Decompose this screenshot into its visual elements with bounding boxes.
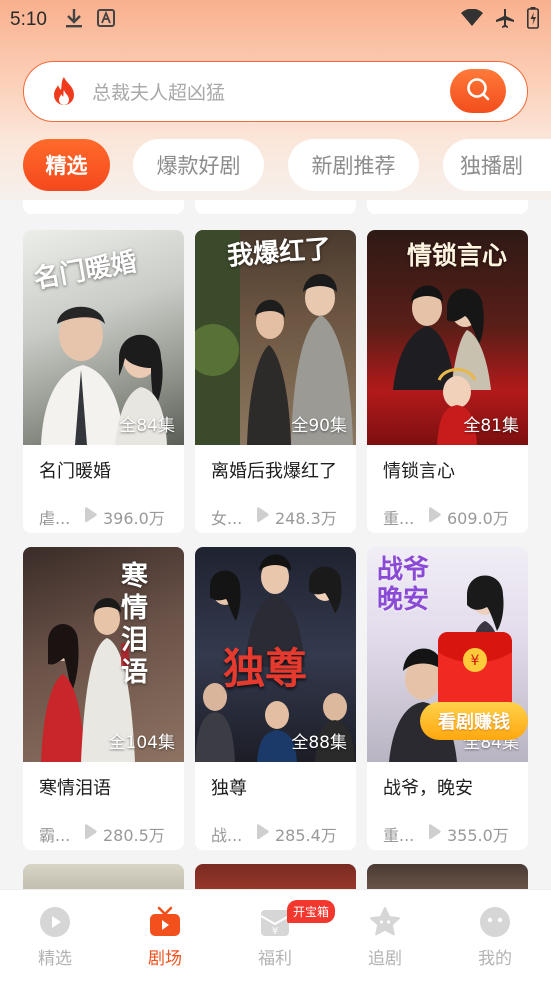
drama-card[interactable]: 独尊 全88集 独尊 战... 285.4万 [195,547,356,850]
genre-tag: 重... [383,826,415,845]
drama-poster: 独尊 全88集 [195,547,356,762]
tab-exclusive[interactable]: 独播剧 [443,139,551,191]
drama-card-partial[interactable] [195,864,356,889]
status-time: 5:10 [10,9,47,30]
nav-label: 剧场 [148,949,182,969]
genre-tag: 女... [211,509,243,528]
nav-following[interactable]: 追剧 [330,890,440,981]
wifi-icon [461,8,483,31]
tab-hot-dramas[interactable]: 爆款好剧 [133,139,264,191]
fire-icon [50,76,78,108]
episode-count: 全90集 [291,416,347,436]
drama-card[interactable]: 我爆红了 全90集 离婚后我爆红了 女... 248.3万 [195,230,356,533]
nav-label: 追剧 [368,949,402,969]
episode-count: 全104集 [108,733,175,753]
drama-card-partial[interactable] [23,200,184,214]
drama-poster: 我爆红了 全90集 [195,230,356,445]
nav-label: 福利 [258,949,292,969]
tab-featured[interactable]: 精选 [23,139,110,191]
download-icon [65,8,83,32]
nav-label: 我的 [478,949,512,969]
status-bar: 5:10 [0,0,551,40]
poster-title: 情锁言心 [407,241,508,270]
drama-card-partial[interactable] [367,200,528,214]
tv-icon [148,906,182,938]
drama-meta: 重... 355.0万 [367,806,528,850]
treasure-box-badge[interactable]: 开宝箱 [287,900,336,923]
drama-title: 战爷，晚安 [383,778,473,799]
episode-count: 全84集 [119,416,175,436]
drama-meta: 女... 248.3万 [195,489,356,533]
view-count: 280.5万 [103,826,165,845]
view-count: 285.4万 [275,826,337,845]
poster-title: 独尊 [223,644,308,693]
drama-card-partial[interactable] [195,200,356,214]
drama-card-partial[interactable] [23,864,184,889]
svg-text:¥: ¥ [471,653,480,669]
svg-text:¥: ¥ [272,926,278,937]
nav-label: 精选 [38,949,72,969]
drama-title: 寒情泪语 [39,778,111,799]
genre-tag: 战... [211,826,243,845]
drama-meta: 虐... 396.0万 [23,489,184,533]
genre-tag: 霸... [39,826,71,845]
view-count: 396.0万 [103,509,165,528]
reward-label: 看剧赚钱 [420,702,528,740]
play-count-icon [83,824,97,844]
poster-title: 寒情泪语 [121,561,148,688]
genre-tag: 虐... [39,509,71,528]
episode-count: 全88集 [291,733,347,753]
drama-title: 独尊 [211,778,247,799]
star-icon [368,906,402,938]
drama-meta: 战... 285.4万 [195,806,356,850]
drama-card[interactable]: 名门暖婚 全84集 名门暖婚 虐... 396.0万 [23,230,184,533]
app-notification-icon [96,9,115,31]
drama-poster: 情锁言心 全81集 [367,230,528,445]
view-count: 609.0万 [447,509,509,528]
airplane-icon [495,8,515,32]
drama-card[interactable]: 寒情泪语 全104集 寒情泪语 霸... 280.5万 [23,547,184,850]
drama-title: 离婚后我爆红了 [211,461,337,482]
search-button[interactable] [450,69,506,113]
reward-float-button[interactable]: ¥ 看剧赚钱 [420,630,530,740]
nav-theater[interactable]: 剧场 [110,890,220,981]
drama-poster: 寒情泪语 全104集 [23,547,184,762]
drama-card-partial[interactable] [367,864,528,889]
drama-card[interactable]: 情锁言心 全81集 情锁言心 重... 609.0万 [367,230,528,533]
drama-title: 名门暖婚 [39,461,111,482]
bottom-navigation: 精选 剧场 ¥ 福利 开宝箱 追剧 我的 [0,889,551,981]
battery-icon [527,7,539,33]
nav-featured[interactable]: 精选 [0,890,110,981]
genre-tag: 重... [383,509,415,528]
nav-profile[interactable]: 我的 [440,890,550,981]
poster-title: 战爷晚安 [377,555,430,615]
drama-poster: 名门暖婚 全84集 [23,230,184,445]
view-count: 248.3万 [275,509,337,528]
drama-title: 情锁言心 [383,461,455,482]
search-icon [465,76,491,106]
search-input[interactable]: 总裁夫人超凶猛 [92,78,225,105]
view-count: 355.0万 [447,826,509,845]
category-tabs: 精选 爆款好剧 新剧推荐 独播剧 [0,139,551,191]
play-count-icon [427,507,441,527]
play-count-icon [83,507,97,527]
tab-new-dramas[interactable]: 新剧推荐 [288,139,419,191]
poster-title: 我爆红了 [226,234,333,272]
drama-grid: 名门暖婚 全84集 名门暖婚 虐... 396.0万 我爆红了 全90集 离婚后… [0,200,551,889]
search-bar[interactable]: 总裁夫人超凶猛 [23,61,528,122]
play-count-icon [255,824,269,844]
play-count-icon [255,507,269,527]
play-circle-icon [38,906,72,938]
drama-meta: 霸... 280.5万 [23,806,184,850]
drama-meta: 重... 609.0万 [367,489,528,533]
play-count-icon [427,824,441,844]
face-icon [478,906,512,938]
episode-count: 全81集 [463,416,519,436]
